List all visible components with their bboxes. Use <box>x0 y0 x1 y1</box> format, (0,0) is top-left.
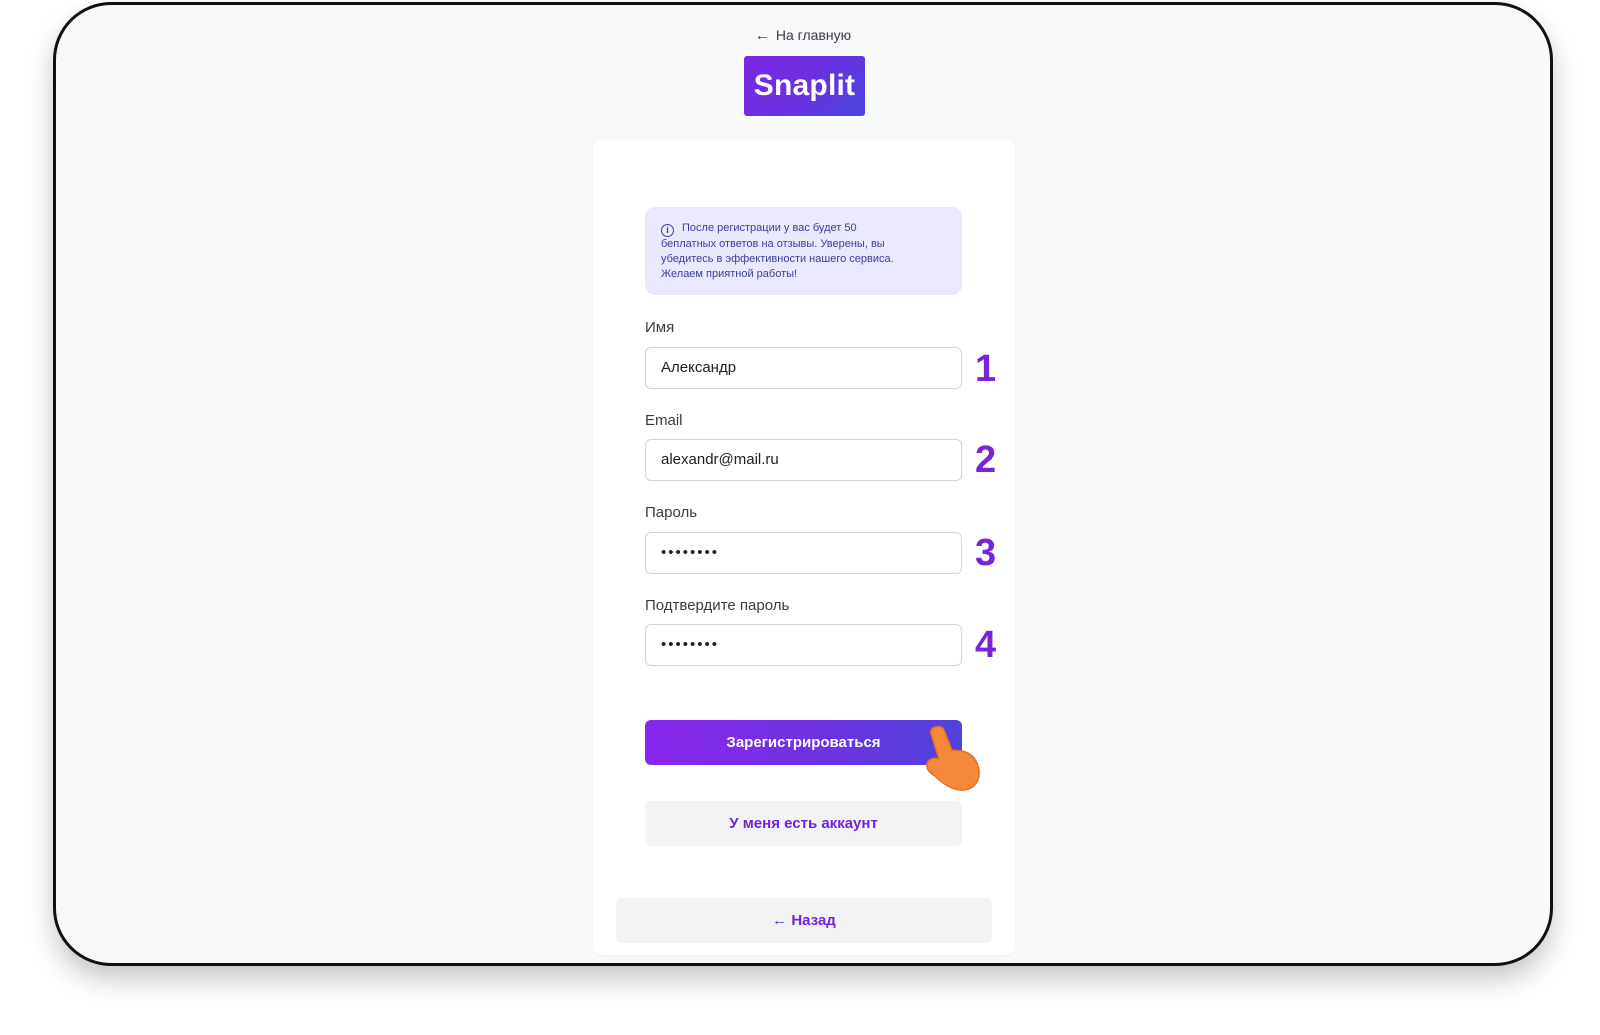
have-account-button[interactable]: У меня есть аккаунт <box>645 801 962 846</box>
back-to-home-label: На главную <box>775 27 852 43</box>
register-button[interactable]: Зарегистрироваться <box>645 720 962 765</box>
logo: Snaplit <box>744 56 865 116</box>
pointer-hand-icon <box>926 725 980 791</box>
confirm-password-input[interactable]: •••••••• <box>645 624 962 666</box>
back-button[interactable]: ← Назад <box>616 898 992 943</box>
step-number-3: 3 <box>975 532 997 574</box>
registration-card: i После регистрации у вас будет 50 беплат… <box>593 139 1015 955</box>
arrow-left-icon: ← <box>754 27 770 44</box>
info-banner: i После регистрации у вас будет 50 беплат… <box>645 207 962 295</box>
info-icon: i <box>661 224 674 237</box>
email-label: Email <box>645 412 683 429</box>
email-input[interactable]: alexandr@mail.ru <box>645 439 962 481</box>
info-text-line-2: беплатных ответов на отзывы. Уверены, вы <box>661 238 885 250</box>
step-number-1: 1 <box>975 348 997 390</box>
step-number-2: 2 <box>975 439 997 481</box>
back-to-home-link[interactable]: ← На главную <box>56 27 1550 44</box>
step-number-4: 4 <box>975 624 997 666</box>
password-label: Пароль <box>645 504 698 521</box>
info-text-line-1: После регистрации у вас будет 50 <box>682 222 857 234</box>
app-window: ← На главную Snaplit i После регистрации у… <box>53 2 1553 966</box>
confirm-password-label: Подтвердите пароль <box>645 597 790 614</box>
info-text-line-4: Желаем приятной работы! <box>661 268 798 280</box>
info-text-line-3: убедитесь в эффективности нашего сервиса… <box>661 253 894 265</box>
name-input[interactable]: Александр <box>645 347 962 389</box>
name-label: Имя <box>645 319 675 336</box>
password-input[interactable]: •••••••• <box>645 532 962 574</box>
info-line: i После регистрации у вас будет 50 <box>661 221 948 237</box>
